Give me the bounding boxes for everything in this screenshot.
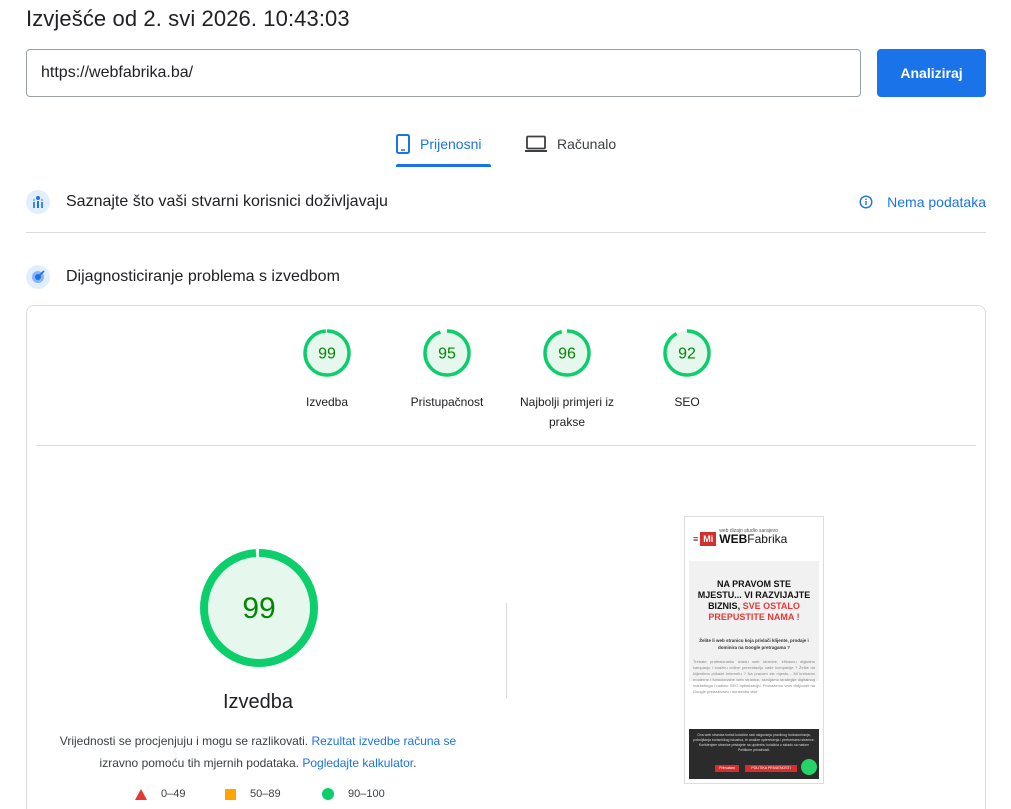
gauge-performance-score: 99 — [318, 346, 336, 363]
score-legend: 0–49 50–89 90–100 — [135, 788, 435, 808]
mobile-icon — [396, 134, 410, 154]
legend-pass: 90–100 — [322, 788, 385, 800]
card-divider — [36, 445, 976, 446]
gauge-best-practices[interactable]: 96 Najbolji primjeri iz prakse — [507, 328, 627, 432]
logo-text: web dizajn studio sarajevo WEBFabrika — [719, 528, 787, 545]
triangle-icon — [135, 788, 147, 800]
device-tabs: Prijenosni Računalo — [0, 124, 1011, 167]
gauge-seo-score: 92 — [678, 346, 696, 363]
lighthouse-icon — [26, 265, 50, 289]
cookie-accept-button: Prihvatam — [715, 765, 739, 772]
field-data-section: Saznajte što vaši stvarni korisnici doži… — [26, 185, 986, 219]
logo-tagline: web dizajn studio sarajevo — [719, 528, 778, 534]
no-data-label: Nema podataka — [887, 194, 986, 210]
gauge-seo-ring: 92 — [663, 329, 711, 377]
users-icon — [26, 190, 50, 214]
gauge-performance[interactable]: 99 Izvedba — [267, 328, 387, 412]
diagnostics-section: Dijagnosticiranje problema s izvedbom — [26, 260, 986, 294]
logo-mark: Mi — [700, 532, 717, 546]
performance-main-label: Izvedba — [222, 691, 294, 713]
page-title: Izvješće od 2. svi 2026. 10:43:03 — [26, 6, 350, 31]
gauge-performance-ring: 99 — [303, 329, 351, 377]
cookie-text: Ova web stranica koristi kolačiće radi o… — [693, 733, 815, 752]
note-end: . — [413, 756, 417, 770]
gauge-accessibility[interactable]: 95 Pristupačnost — [387, 328, 507, 412]
gauge-accessibility-score: 95 — [438, 346, 456, 363]
whatsapp-icon — [801, 759, 817, 775]
analyze-button[interactable]: Analiziraj — [877, 49, 986, 97]
tab-desktop[interactable]: Računalo — [525, 124, 616, 164]
legend-average-label: 50–89 — [250, 788, 281, 800]
screenshot-heading: NA PRAVOM STE MJESTU... VI RAZVIJAJTE BI… — [689, 579, 819, 623]
legend-fail-label: 0–49 — [161, 788, 186, 800]
calculator-link[interactable]: Pogledajte kalkulator — [302, 756, 413, 770]
performance-main-gauge: 99 — [200, 549, 318, 667]
heading-line-3a: BIZNIS, — [708, 601, 741, 611]
gauge-accessibility-label: Pristupačnost — [410, 395, 484, 409]
no-data-link[interactable]: Nema podataka — [859, 185, 986, 219]
gauge-seo[interactable]: 92 SEO — [627, 328, 747, 412]
gauge-best-practices-score: 96 — [558, 346, 576, 363]
vertical-divider — [506, 603, 507, 698]
tab-desktop-label: Računalo — [557, 136, 617, 152]
diagnostics-title: Dijagnosticiranje problema s izvedbom — [66, 268, 340, 285]
gauge-best-practices-label: Najbolji primjeri iz prakse — [519, 395, 615, 429]
heading-line-4: PREPUSTITE NAMA ! — [708, 612, 800, 622]
note-text-2: izravno pomoću tih mjernih podataka. — [99, 756, 299, 770]
square-icon — [225, 788, 236, 800]
tab-mobile[interactable]: Prijenosni — [396, 124, 491, 167]
url-input[interactable] — [26, 49, 861, 97]
gauge-best-practices-ring: 96 — [543, 329, 591, 377]
category-gauges: 99 Izvedba 95 Pristupačnost 96 Najbolji … — [27, 306, 987, 446]
heading-line-1: NA PRAVOM STE — [716, 579, 791, 589]
gauge-seo-label: SEO — [674, 395, 700, 409]
screenshot-header: ≡ Mi web dizajn studio sarajevo WEBFabri… — [685, 517, 823, 561]
info-icon — [859, 195, 873, 209]
active-tab-indicator — [396, 164, 491, 167]
tab-mobile-label: Prijenosni — [420, 136, 482, 152]
circle-icon — [322, 788, 334, 800]
hamburger-icon: ≡ — [693, 534, 699, 544]
score-note: Vrijednosti se procjenjuju i mogu se raz… — [57, 730, 459, 774]
diagnostics-card: 99 Izvedba 95 Pristupačnost 96 Najbolji … — [26, 305, 986, 809]
desktop-icon — [525, 135, 547, 153]
gauge-performance-label: Izvedba — [305, 395, 349, 409]
screenshot-subheading: Želite li web stranicu koja privlači kli… — [699, 638, 809, 650]
performance-main-score: 99 — [242, 592, 275, 625]
heading-line-3b: SVE OSTALO — [742, 601, 800, 611]
legend-pass-label: 90–100 — [348, 788, 385, 800]
section-divider — [26, 232, 986, 233]
legend-fail: 0–49 — [135, 788, 185, 800]
legend-average: 50–89 — [225, 788, 281, 800]
heading-line-2: MJESTU... VI RAZVIJAJTE — [697, 590, 811, 600]
gauge-accessibility-ring: 95 — [423, 329, 471, 377]
screenshot-cookie-banner: Ova web stranica koristi kolačiće radi o… — [689, 729, 819, 779]
score-calculation-link[interactable]: Rezultat izvedbe računa se — [311, 734, 456, 748]
screenshot-body-text: Trebate profesionalnu izradu web stranic… — [693, 659, 815, 694]
field-data-title: Saznajte što vaši stvarni korisnici doži… — [66, 193, 388, 210]
page-screenshot: ≡ Mi web dizajn studio sarajevo WEBFabri… — [684, 516, 824, 784]
note-text: Vrijednosti se procjenjuju i mogu se raz… — [59, 734, 309, 748]
cookie-privacy-button: POLITIKA PRIVATNOSTI — [745, 765, 797, 772]
